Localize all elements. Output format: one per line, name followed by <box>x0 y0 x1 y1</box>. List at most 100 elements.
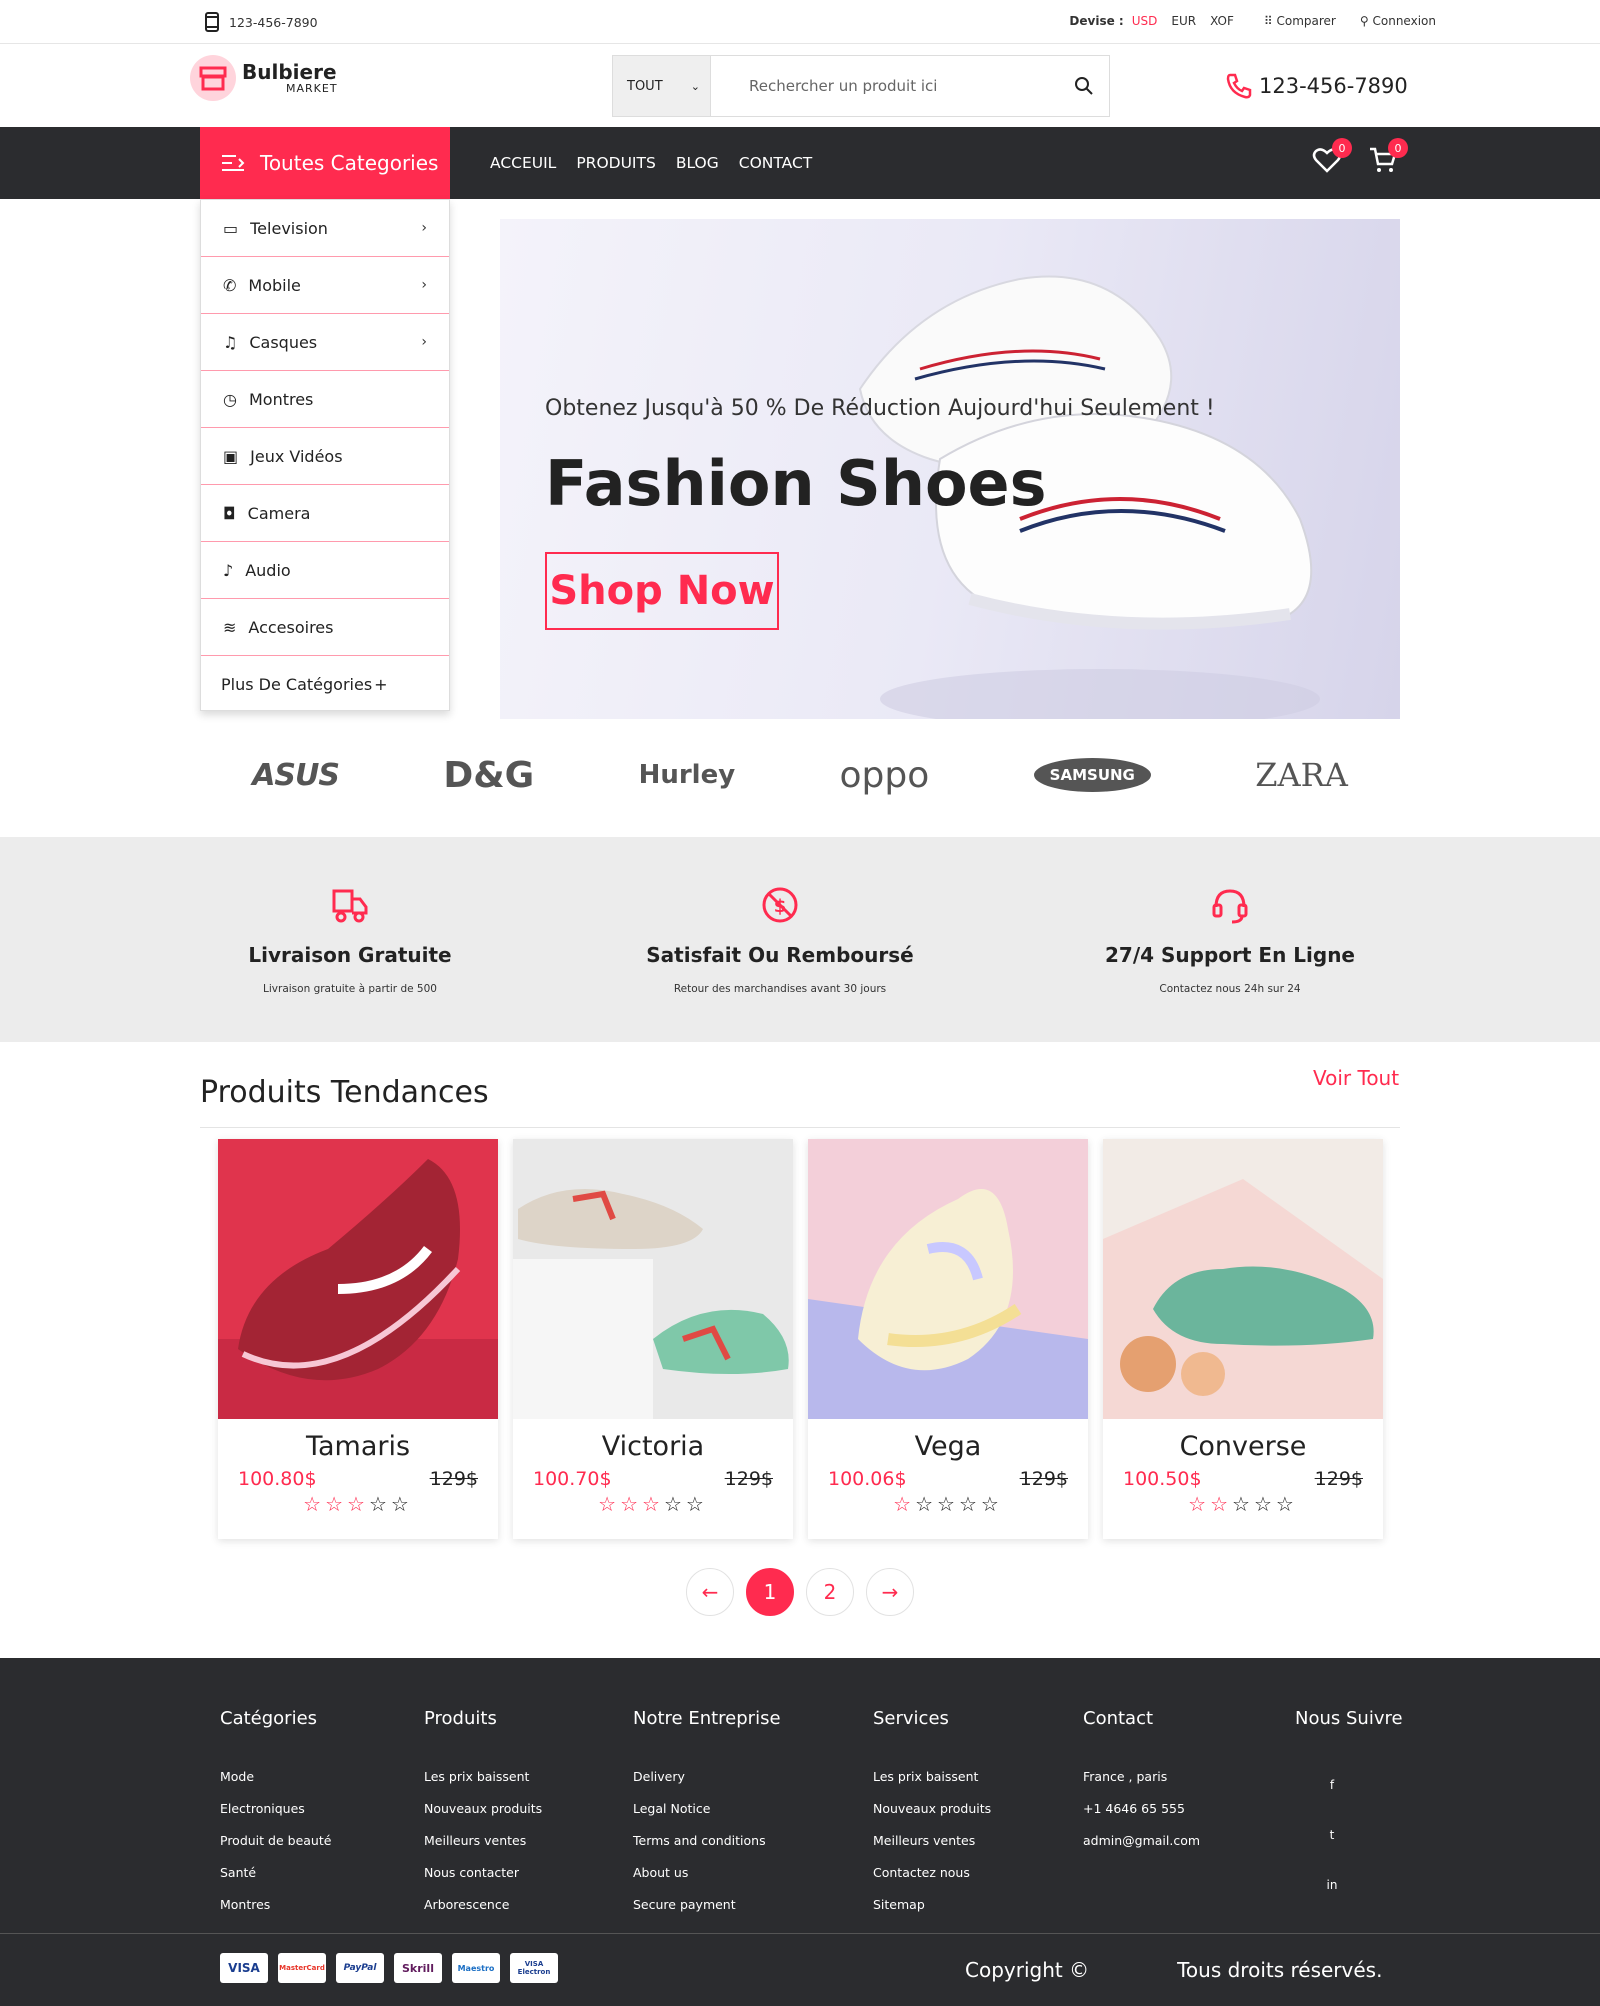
footer-link[interactable]: About us <box>633 1865 781 1880</box>
footer-contact-email[interactable]: admin@gmail.com <box>1083 1833 1200 1848</box>
feature-free-delivery: Livraison Gratuite Livraison gratuite à … <box>180 885 520 995</box>
brand-logo-hurley[interactable]: Hurley <box>639 760 736 790</box>
product-image[interactable] <box>513 1139 793 1419</box>
music-icon: ♪ <box>223 560 234 580</box>
footer-link[interactable]: Secure payment <box>633 1897 781 1912</box>
footer-link[interactable]: Les prix baissent <box>873 1769 991 1784</box>
footer-col-follow: Nous Suivre <box>1295 1708 1403 1769</box>
currency-usd[interactable]: USD <box>1132 14 1158 28</box>
layers-icon: ≋ <box>223 617 237 637</box>
star-filled-icon: ☆ <box>620 1492 643 1516</box>
product-old-price: 129$ <box>1019 1468 1068 1490</box>
product-card[interactable]: Vega 100.06$ 129$ ☆☆☆☆☆ <box>808 1139 1088 1539</box>
currency-eur[interactable]: EUR <box>1171 14 1196 28</box>
linkedin-icon[interactable]: in <box>1320 1878 1344 1892</box>
footer-link[interactable]: Nouveaux produits <box>424 1801 542 1816</box>
search-icon <box>1075 77 1093 95</box>
pagination-page-2[interactable]: 2 <box>806 1568 854 1616</box>
footer-link[interactable]: Terms and conditions <box>633 1833 781 1848</box>
search-button[interactable] <box>1059 56 1109 116</box>
footer-link[interactable]: Nouveaux produits <box>873 1801 991 1816</box>
footer-link[interactable]: Delivery <box>633 1769 781 1784</box>
brand-logo-zara[interactable]: ZARA <box>1255 756 1348 794</box>
twitter-icon[interactable]: t <box>1320 1828 1344 1842</box>
all-categories-button[interactable]: Toutes Categories <box>200 127 450 199</box>
compare-link[interactable]: ⠿ Comparer <box>1264 14 1336 28</box>
footer-link[interactable]: Meilleurs ventes <box>873 1833 991 1848</box>
chevron-down-icon: ⌄ <box>690 79 700 93</box>
star-empty-icon: ☆ <box>1232 1492 1254 1516</box>
all-categories-label: Toutes Categories <box>260 151 439 175</box>
footer-link[interactable]: Les prix baissent <box>424 1769 542 1784</box>
star-empty-icon: ☆ <box>1253 1492 1276 1516</box>
star-empty-icon: ☆ <box>980 1492 1003 1516</box>
brand-logo-samsung[interactable]: SAMSUNG <box>1033 758 1151 792</box>
nav-item-contact[interactable]: CONTACT <box>739 154 813 172</box>
maestro-icon: Maestro <box>452 1953 500 1983</box>
sidebar-item-casques[interactable]: ♫ Casques › <box>201 314 449 371</box>
product-name[interactable]: Converse <box>1103 1431 1383 1462</box>
brand-logo-dg[interactable]: D&G <box>443 755 534 796</box>
logo[interactable]: Bulbiere MARKET <box>190 55 338 101</box>
product-name[interactable]: Victoria <box>513 1431 793 1462</box>
footer-link[interactable]: Santé <box>220 1865 331 1880</box>
see-all-link[interactable]: Voir Tout <box>1313 1066 1399 1090</box>
sidebar-item-montres[interactable]: ◷ Montres <box>201 371 449 428</box>
pagination-page-1[interactable]: 1 <box>746 1568 794 1616</box>
footer-link[interactable]: Montres <box>220 1897 331 1912</box>
nav-item-blog[interactable]: BLOG <box>676 154 719 172</box>
plus-icon: + <box>374 675 388 694</box>
footer-link[interactable]: Nous contacter <box>424 1865 542 1880</box>
sidebar-item-mobile[interactable]: ✆ Mobile › <box>201 257 449 314</box>
product-price: 100.06$ <box>828 1468 907 1490</box>
sidebar-item-accesoires[interactable]: ≋ Accesoires <box>201 599 449 656</box>
pagination-prev[interactable]: ← <box>686 1568 734 1616</box>
product-price: 100.50$ <box>1123 1468 1202 1490</box>
footer-link[interactable]: Arborescence <box>424 1897 542 1912</box>
cart-button[interactable]: 0 <box>1368 138 1408 179</box>
nav-item-produits[interactable]: PRODUITS <box>576 154 655 172</box>
product-prices: 100.06$ 129$ <box>808 1468 1088 1490</box>
footer-link[interactable]: Mode <box>220 1769 331 1784</box>
sidebar-item-camera[interactable]: ◘ Camera <box>201 485 449 542</box>
footer-link[interactable]: Meilleurs ventes <box>424 1833 542 1848</box>
sidebar-item-audio[interactable]: ♪ Audio <box>201 542 449 599</box>
pagination-next[interactable]: → <box>866 1568 914 1616</box>
product-card[interactable]: Victoria 100.70$ 129$ ☆☆☆☆☆ <box>513 1139 793 1539</box>
star-empty-icon: ☆ <box>368 1492 391 1516</box>
product-card[interactable]: Tamaris 100.80$ 129$ ☆☆☆☆☆ <box>218 1139 498 1539</box>
star-empty-icon: ☆ <box>915 1492 938 1516</box>
search-category-select[interactable]: TOUT ⌄ <box>613 56 711 116</box>
brand-logo-asus[interactable]: ASUS <box>252 758 340 793</box>
sidebar-item-television[interactable]: ▭ Television › <box>201 200 449 257</box>
product-image[interactable] <box>218 1139 498 1419</box>
nav-item-acceuil[interactable]: ACCEUIL <box>490 154 556 172</box>
product-name[interactable]: Tamaris <box>218 1431 498 1462</box>
currency-xof[interactable]: XOF <box>1210 14 1234 28</box>
footer-col-services: Services Les prix baissent Nouveaux produ… <box>873 1708 991 1929</box>
headphones-icon: ♫ <box>223 332 238 352</box>
product-image[interactable] <box>808 1139 1088 1419</box>
product-card[interactable]: Converse 100.50$ 129$ ☆☆☆☆☆ <box>1103 1139 1383 1539</box>
search-input[interactable]: Rechercher un produit ici <box>711 56 1059 116</box>
footer-link[interactable]: Legal Notice <box>633 1801 781 1816</box>
arrow-right-icon: → <box>881 1580 899 1604</box>
footer-link[interactable]: Produit de beauté <box>220 1833 331 1848</box>
product-prices: 100.50$ 129$ <box>1103 1468 1383 1490</box>
facebook-icon[interactable]: f <box>1320 1778 1344 1792</box>
product-image[interactable] <box>1103 1139 1383 1419</box>
product-name[interactable]: Vega <box>808 1431 1088 1462</box>
footer-contact-phone[interactable]: +1 4646 65 555 <box>1083 1801 1200 1816</box>
footer-col-contact: Contact France , paris +1 4646 65 555 admi… <box>1083 1708 1200 1865</box>
brand-logo-oppo[interactable]: oppo <box>840 755 930 796</box>
footer-link[interactable]: Electroniques <box>220 1801 331 1816</box>
login-link[interactable]: ⚲ Connexion <box>1360 14 1436 28</box>
star-empty-icon: ☆ <box>663 1492 686 1516</box>
footer-link[interactable]: Sitemap <box>873 1897 991 1912</box>
footer-link[interactable]: Contactez nous <box>873 1865 991 1880</box>
shop-now-button[interactable]: Shop Now <box>545 552 779 630</box>
sidebar-item-jeux-videos[interactable]: ▣ Jeux Vidéos <box>201 428 449 485</box>
wishlist-button[interactable]: 0 <box>1312 138 1352 179</box>
menu-icon <box>222 155 245 171</box>
sidebar-more-categories[interactable]: Plus De Catégories + <box>201 656 449 713</box>
